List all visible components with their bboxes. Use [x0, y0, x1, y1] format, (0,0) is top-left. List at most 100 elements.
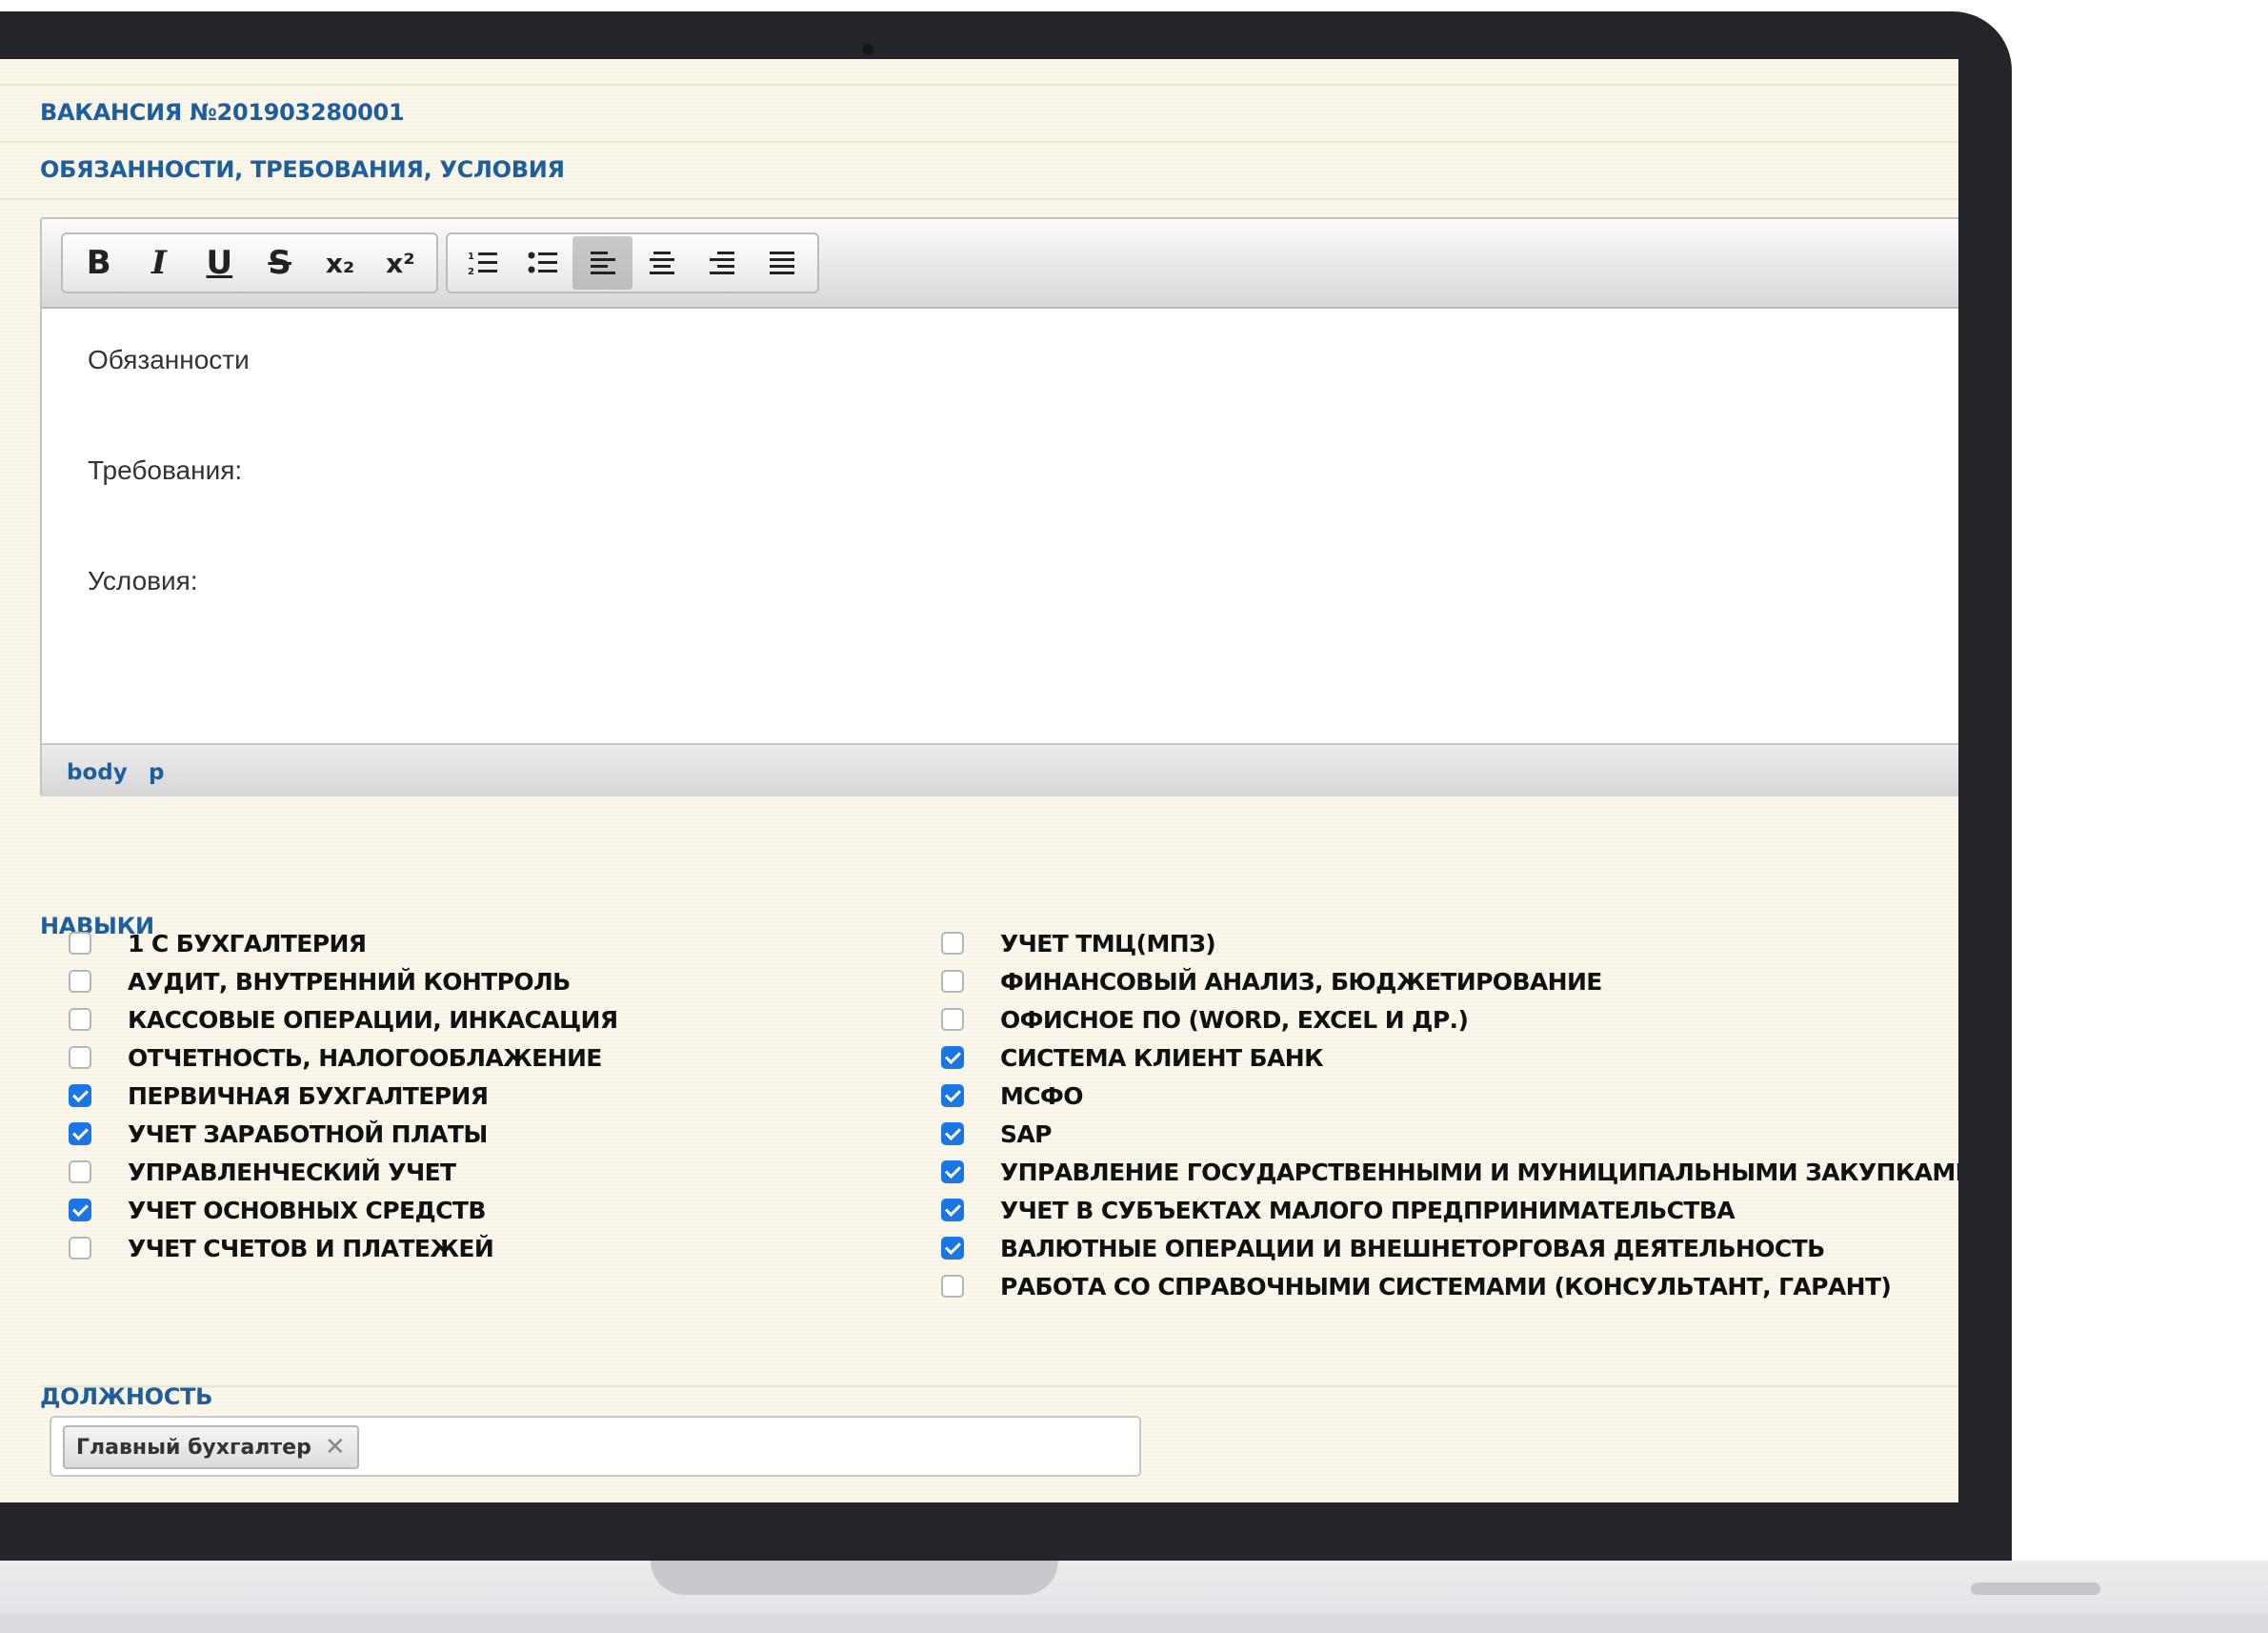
skill-checkbox[interactable]	[941, 1160, 964, 1183]
remove-tag-icon[interactable]: ✕	[325, 1433, 346, 1462]
italic-icon: I	[151, 244, 167, 282]
element-path-p[interactable]: p	[149, 760, 164, 785]
skill-checkbox[interactable]	[69, 1160, 91, 1183]
skill-checkbox[interactable]	[941, 1237, 964, 1260]
divider	[40, 1385, 1958, 1387]
skill-label: АУДИТ, ВНУТРЕННИЙ КОНТРОЛЬ	[128, 967, 571, 996]
subscript-button[interactable]: x₂	[310, 236, 370, 290]
align-left-button[interactable]	[572, 236, 633, 290]
skill-checkbox[interactable]	[941, 970, 964, 993]
divider	[0, 198, 1958, 200]
skill-label: СИСТЕМА КЛИЕНТ БАНК	[1000, 1043, 1324, 1072]
svg-text:2: 2	[468, 267, 474, 277]
editor-toolbar: B I U S x₂ x² 1 2	[42, 219, 1958, 309]
element-path-body[interactable]: body	[67, 760, 128, 785]
skill-item[interactable]: УЧЕТ ОСНОВНЫХ СРЕДСТВ	[69, 1194, 486, 1226]
ordered-list-button[interactable]: 1 2	[453, 236, 513, 290]
format-button-group: B I U S x₂ x²	[61, 232, 438, 293]
screen: ВАКАНСИЯ №201903280001 ОБЯЗАННОСТИ, ТРЕБ…	[0, 59, 1958, 1502]
skill-item[interactable]: АУДИТ, ВНУТРЕННИЙ КОНТРОЛЬ	[69, 965, 571, 998]
skill-checkbox[interactable]	[941, 1275, 964, 1298]
laptop-notch	[651, 1561, 1058, 1595]
skill-item[interactable]: ВАЛЮТНЫЕ ОПЕРАЦИИ И ВНЕШНЕТОРГОВАЯ ДЕЯТЕ…	[941, 1232, 1825, 1264]
skill-item[interactable]: УЧЕТ ТМЦ(МПЗ)	[941, 927, 1216, 959]
superscript-icon: x²	[386, 247, 415, 279]
strikethrough-icon: S	[268, 244, 291, 282]
svg-text:1: 1	[468, 252, 474, 262]
bold-icon: B	[86, 244, 111, 282]
rich-text-editor: B I U S x₂ x² 1 2 Обязанности Требования…	[40, 217, 1958, 796]
duties-title: ОБЯЗАННОСТИ, ТРЕБОВАНИЯ, УСЛОВИЯ	[40, 156, 565, 183]
skill-label: МСФО	[1000, 1081, 1083, 1110]
skill-checkbox[interactable]	[69, 1046, 91, 1069]
divider	[0, 141, 1958, 143]
skill-item[interactable]: ПЕРВИЧНАЯ БУХГАЛТЕРИЯ	[69, 1079, 489, 1112]
skill-item[interactable]: РАБОТА СО СПРАВОЧНЫМИ СИСТЕМАМИ (КОНСУЛЬ…	[941, 1270, 1892, 1302]
skill-label: УЧЕТ ОСНОВНЫХ СРЕДСТВ	[128, 1196, 486, 1224]
skill-checkbox[interactable]	[941, 1199, 964, 1221]
strikethrough-button[interactable]: S	[250, 236, 310, 290]
ordered-list-icon: 1 2	[468, 252, 498, 277]
skill-label: УПРАВЛЕНИЕ ГОСУДАРСТВЕННЫМИ И МУНИЦИПАЛЬ…	[1000, 1158, 1958, 1186]
skill-item[interactable]: ОФИСНОЕ ПО (WORD, EXCEL И ДР.)	[941, 1003, 1469, 1036]
skill-checkbox[interactable]	[941, 1084, 964, 1107]
align-center-button[interactable]	[632, 236, 692, 290]
skill-label: УПРАВЛЕНЧЕСКИЙ УЧЕТ	[128, 1158, 456, 1186]
align-right-icon	[710, 252, 735, 274]
skill-item[interactable]: SAP	[941, 1118, 1052, 1150]
skill-label: 1 С БУХГАЛТЕРИЯ	[128, 929, 367, 958]
skill-item[interactable]: ФИНАНСОВЫЙ АНАЛИЗ, БЮДЖЕТИРОВАНИЕ	[941, 965, 1602, 998]
skill-checkbox[interactable]	[69, 1199, 91, 1221]
skill-label: ОФИСНОЕ ПО (WORD, EXCEL И ДР.)	[1000, 1005, 1469, 1034]
paragraph-button-group: 1 2	[446, 232, 819, 293]
skill-item[interactable]: ОТЧЕТНОСТЬ, НАЛОГООБЛАЖЕНИЕ	[69, 1041, 602, 1074]
superscript-button[interactable]: x²	[371, 236, 431, 290]
skill-item[interactable]: УЧЕТ СЧЕТОВ И ПЛАТЕЖЕЙ	[69, 1232, 494, 1264]
skill-item[interactable]: УЧЕТ В СУБЪЕКТАХ МАЛОГО ПРЕДПРИНИМАТЕЛЬС…	[941, 1194, 1736, 1226]
align-justify-button[interactable]	[752, 236, 812, 290]
skill-item[interactable]: 1 С БУХГАЛТЕРИЯ	[69, 927, 367, 959]
skill-checkbox[interactable]	[941, 1046, 964, 1069]
position-tag-label: Главный бухгалтер	[76, 1435, 311, 1460]
skill-item[interactable]: УПРАВЛЕНЧЕСКИЙ УЧЕТ	[69, 1156, 456, 1188]
skill-item[interactable]: КАССОВЫЕ ОПЕРАЦИИ, ИНКАСАЦИЯ	[69, 1003, 618, 1036]
skill-label: УЧЕТ ЗАРАБОТНОЙ ПЛАТЫ	[128, 1119, 488, 1148]
skill-checkbox[interactable]	[69, 1122, 91, 1145]
position-tag-input[interactable]: Главный бухгалтер ✕	[50, 1416, 1141, 1477]
laptop-base-edge	[0, 1614, 2268, 1633]
underline-button[interactable]: U	[190, 236, 250, 290]
skill-checkbox[interactable]	[941, 1008, 964, 1031]
skill-label: SAP	[1000, 1119, 1052, 1148]
skill-checkbox[interactable]	[69, 1237, 91, 1260]
skill-label: УЧЕТ СЧЕТОВ И ПЛАТЕЖЕЙ	[128, 1234, 494, 1262]
skill-label: ПЕРВИЧНАЯ БУХГАЛТЕРИЯ	[128, 1081, 489, 1110]
editor-statusbar: body p	[42, 743, 1958, 796]
bold-button[interactable]: B	[69, 236, 129, 290]
editor-content[interactable]: Обязанности Требования: Условия:	[42, 309, 1958, 745]
align-right-button[interactable]	[692, 236, 753, 290]
skill-checkbox[interactable]	[69, 1084, 91, 1107]
vacancy-title: ВАКАНСИЯ №201903280001	[40, 99, 405, 126]
skill-item[interactable]: УЧЕТ ЗАРАБОТНОЙ ПЛАТЫ	[69, 1118, 488, 1150]
skill-item[interactable]: МСФО	[941, 1079, 1083, 1112]
skill-label: КАССОВЫЕ ОПЕРАЦИИ, ИНКАСАЦИЯ	[128, 1005, 618, 1034]
skill-label: УЧЕТ В СУБЪЕКТАХ МАЛОГО ПРЕДПРИНИМАТЕЛЬС…	[1000, 1196, 1736, 1224]
italic-button[interactable]: I	[129, 236, 189, 290]
align-justify-icon	[769, 252, 794, 274]
skill-checkbox[interactable]	[69, 1008, 91, 1031]
skill-label: УЧЕТ ТМЦ(МПЗ)	[1000, 929, 1216, 958]
bullet-list-button[interactable]	[513, 236, 573, 290]
skill-checkbox[interactable]	[941, 1122, 964, 1145]
bullet-list-icon	[528, 252, 557, 273]
skill-checkbox[interactable]	[941, 932, 964, 955]
editor-paragraph: Обязанности	[88, 345, 250, 374]
skill-item[interactable]: СИСТЕМА КЛИЕНТ БАНК	[941, 1041, 1324, 1074]
position-title: ДОЛЖНОСТЬ	[40, 1383, 213, 1410]
skill-item[interactable]: УПРАВЛЕНИЕ ГОСУДАРСТВЕННЫМИ И МУНИЦИПАЛЬ…	[941, 1156, 1958, 1188]
skill-checkbox[interactable]	[69, 970, 91, 993]
laptop-base	[0, 1561, 2268, 1614]
camera-icon	[862, 44, 873, 55]
subscript-icon: x₂	[325, 247, 355, 279]
skill-checkbox[interactable]	[69, 932, 91, 955]
underline-icon: U	[206, 244, 233, 282]
